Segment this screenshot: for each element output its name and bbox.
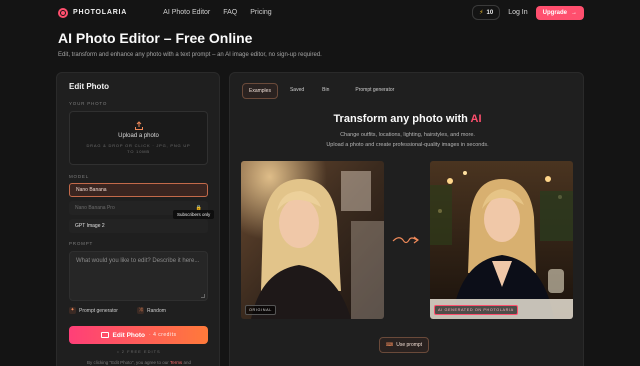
subscribers-only-tooltip: Subscribers only <box>173 210 215 219</box>
random-label: Random <box>147 307 166 314</box>
top-nav: PHOTOLARIA AI Photo Editor FAQ Pricing ⚡… <box>0 0 640 25</box>
free-edits-note: • 2 FREE EDITS <box>117 349 161 354</box>
showcase-panel: Examples Saved Bin Prompt generator Tran… <box>229 72 584 366</box>
edit-photo-panel: Edit Photo YOUR PHOTO Upload a photo DRA… <box>56 72 220 366</box>
original-tag: ORIGINAL <box>245 305 276 315</box>
nav-links: AI Photo Editor FAQ Pricing <box>163 9 272 16</box>
terms-suffix: and <box>183 360 191 365</box>
upload-icon <box>134 121 143 130</box>
sparkle-icon: ✦ <box>69 307 76 314</box>
transform-arrow-icon <box>392 236 419 244</box>
showcase-subtitle-line2: Upload a photo and create professional-q… <box>326 142 489 148</box>
showcase-subtitle-line1: Change outfits, locations, lighting, hai… <box>340 132 475 138</box>
camera-icon <box>100 332 109 338</box>
use-prompt-label: Use prompt <box>396 342 423 348</box>
model-name: Nano Banana <box>76 187 107 193</box>
upload-hint: DRAG & DROP OR CLICK · JPG, PNG UP TO 10… <box>86 143 191 154</box>
showcase-title-ai: AI <box>470 113 482 125</box>
terminal-icon: ⌨ <box>386 342 394 348</box>
credits-badge[interactable]: ⚡ 10 <box>472 5 501 20</box>
random-button[interactable]: ⤨ Random <box>137 307 166 314</box>
nav-link-faq[interactable]: FAQ <box>223 9 237 16</box>
showcase-title: Transform any photo with AI <box>230 113 585 125</box>
credits-count: 10 <box>486 9 494 16</box>
showcase-tabs: Examples Saved Bin Prompt generator <box>242 83 400 99</box>
prompt-generator-label: Prompt generator <box>79 307 118 314</box>
upgrade-label: Upgrade <box>542 9 567 16</box>
brand-logo[interactable]: PHOTOLARIA <box>58 7 128 18</box>
shuffle-icon: ⤨ <box>137 307 144 314</box>
nav-actions: ⚡ 10 Log In Upgrade → <box>472 5 584 20</box>
page-title: AI Photo Editor – Free Online <box>58 30 253 46</box>
nav-link-ai-photo-editor[interactable]: AI Photo Editor <box>163 9 210 16</box>
upgrade-button[interactable]: Upgrade → <box>535 5 584 20</box>
model-name: Nano Banana Pro <box>75 205 115 211</box>
tab-saved[interactable]: Saved <box>284 83 310 99</box>
your-photo-label: YOUR PHOTO <box>69 101 108 106</box>
ai-generated-tag: AI GENERATED ON PHOTOLARIA <box>434 305 518 315</box>
model-name: GPT Image 2 <box>75 223 105 229</box>
terms-note: By clicking "Edit Photo", you agree to o… <box>57 360 221 365</box>
ai-generated-photo-image <box>430 161 573 319</box>
arrow-right-icon: → <box>571 9 577 16</box>
use-prompt-button[interactable]: ⌨ Use prompt <box>379 337 430 353</box>
nav-link-pricing[interactable]: Pricing <box>250 9 271 16</box>
ai-generated-photo: AI GENERATED ON PHOTOLARIA <box>430 161 573 319</box>
edit-credits-cost: · 4 credits <box>149 332 177 338</box>
lightning-icon: ⚡ <box>479 10 484 16</box>
edit-photo-label: Edit Photo <box>112 331 146 339</box>
prompt-textarea[interactable]: What would you like to edit? Describe it… <box>69 251 208 301</box>
original-photo: ORIGINAL <box>241 161 384 319</box>
model-label: MODEL <box>69 174 90 179</box>
prompt-generator-button[interactable]: ✦ Prompt generator <box>69 307 118 314</box>
model-option-gpt-image-2[interactable]: GPT Image 2 <box>69 219 208 233</box>
brand-name: PHOTOLARIA <box>73 9 128 16</box>
showcase-title-main: Transform any photo with <box>333 113 468 125</box>
tab-bin[interactable]: Bin <box>316 83 335 99</box>
upload-dropzone[interactable]: Upload a photo DRAG & DROP OR CLICK · JP… <box>69 111 208 165</box>
terms-link[interactable]: Terms <box>170 360 182 365</box>
logo-icon <box>58 7 68 18</box>
upload-title: Upload a photo <box>118 133 159 139</box>
prompt-placeholder: What would you like to edit? Describe it… <box>76 258 200 264</box>
login-link[interactable]: Log In <box>508 9 527 16</box>
resize-handle-icon[interactable] <box>201 294 205 298</box>
page-subtitle: Edit, transform and enhance any photo wi… <box>58 52 322 58</box>
model-option-nano-banana[interactable]: Nano Banana <box>69 183 208 197</box>
original-photo-image <box>241 161 384 319</box>
edit-photo-title: Edit Photo <box>69 82 109 91</box>
prompt-label: PROMPT <box>69 241 94 246</box>
tab-examples[interactable]: Examples <box>242 83 278 99</box>
edit-photo-button[interactable]: Edit Photo · 4 credits <box>69 326 208 344</box>
showcase-subtitle: Change outfits, locations, lighting, hai… <box>230 130 585 150</box>
terms-prefix: By clicking "Edit Photo", you agree to o… <box>87 360 169 365</box>
tab-prompt-generator[interactable]: Prompt generator <box>349 83 400 99</box>
